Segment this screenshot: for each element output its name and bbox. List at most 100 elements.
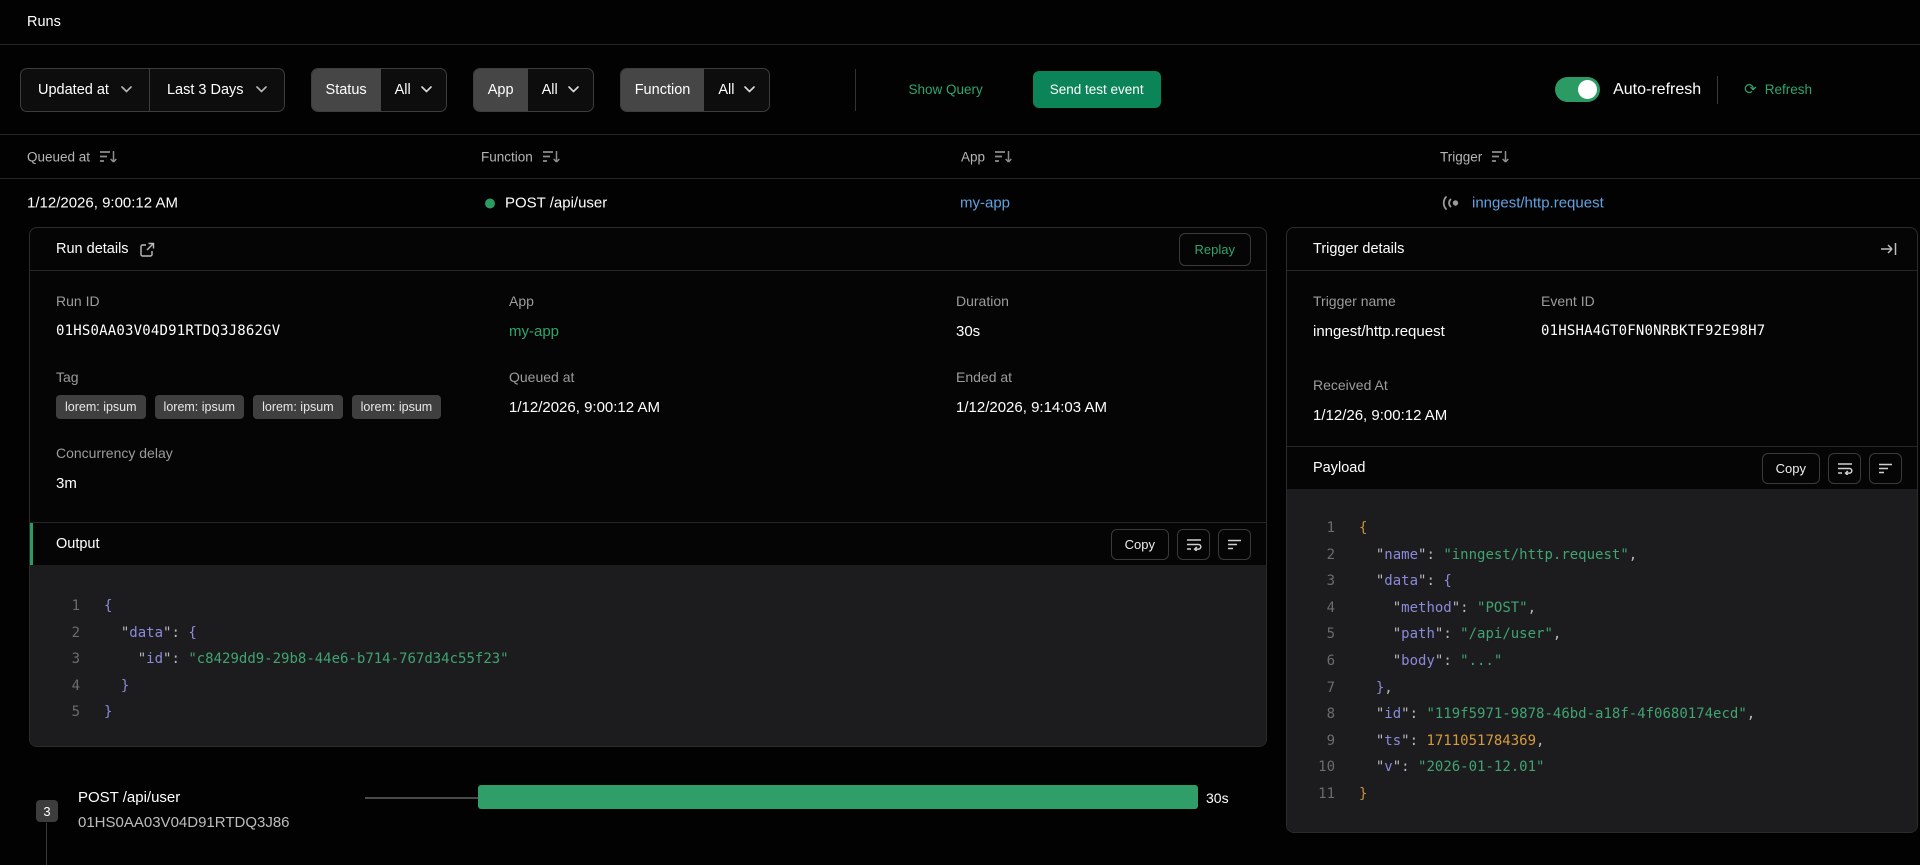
toggle-knob [1578,80,1598,99]
column-header-function[interactable]: Function [481,149,560,164]
show-query-button[interactable]: Show Query [908,82,982,97]
row-app-link[interactable]: my-app [960,195,1010,212]
code-line: 10 "v": "2026-01-12.01" [1309,754,1917,781]
event-trigger-icon [1442,196,1459,210]
concurrency-delay-label: Concurrency delay [56,445,173,461]
line-number: 4 [1326,599,1335,616]
code-line: 1{ [54,593,1266,620]
wrap-text-button[interactable] [1177,528,1210,560]
row-queued-at: 1/12/2026, 9:00:12 AM [27,194,178,212]
status-filter-value: All [394,81,411,98]
code-line: 2 "name": "inngest/http.request", [1309,542,1917,569]
chevron-down-icon [420,86,432,93]
code-line: 5} [54,699,1266,726]
line-number: 11 [1318,785,1335,802]
page-header: Runs [0,0,1920,45]
code-line: 1{ [1309,515,1917,542]
chevron-down-icon [567,86,579,93]
sort-by-dropdown[interactable]: Updated at [21,69,149,111]
sort-desc-icon [100,150,117,163]
line-number: 9 [1326,732,1335,749]
wrap-text-icon [1186,538,1202,551]
column-header-app[interactable]: App [961,149,1012,164]
status-dot-completed [485,198,495,208]
sort-desc-icon [995,150,1012,163]
output-code-block: 1{2 "data": {3 "id": "c8429dd9-29b8-44e6… [30,565,1266,746]
run-details-header: Run details Replay [30,228,1266,271]
payload-code-block: 1{2 "name": "inngest/http.request", 3 "da… [1287,489,1917,832]
status-filter-dropdown[interactable]: Status All [310,67,447,112]
function-filter-value: All [718,81,735,98]
replay-button[interactable]: Replay [1178,232,1251,266]
run-id-value: 01HS0AA03V04D91RTDQ3J862GV [56,323,281,339]
row-trigger-link[interactable]: inngest/http.request [1472,195,1604,212]
function-filter-dropdown[interactable]: Function All [619,67,771,112]
code-line: 3 "id": "c8429dd9-29b8-44e6-b714-767d34c… [54,646,1266,673]
page-title: Runs [27,14,61,30]
auto-refresh-toggle[interactable] [1555,77,1601,102]
output-title: Output [56,536,100,552]
sort-desc-icon [542,150,560,163]
run-table-row[interactable]: 1/12/2026, 9:00:12 AM POST /api/user my-… [0,179,1920,227]
app-filter-dropdown[interactable]: App All [472,67,594,112]
received-at-value: 1/12/26, 9:00:12 AM [1313,407,1448,424]
column-header-queued-at[interactable]: Queued at [27,149,117,164]
status-filter-label: Status [311,68,381,111]
trigger-name-label: Trigger name [1313,293,1396,309]
event-id-value: 01HSHA4GT0FN0NRBKTF92E98H7 [1541,323,1766,339]
event-id-label: Event ID [1541,293,1595,309]
refresh-divider [1717,75,1719,104]
timeline-duration-bar[interactable] [478,785,1198,809]
open-external-icon[interactable] [139,242,155,257]
row-function[interactable]: POST /api/user [485,195,607,212]
output-section-header: Output Copy [30,522,1266,565]
duration-value: 30s [956,323,981,340]
ended-at-value: 1/12/2026, 9:14:03 AM [956,399,1107,416]
tag-chip: lorem: ipsum [154,395,245,419]
trigger-details-fields: Trigger name inngest/http.request Event … [1287,271,1917,446]
timeline-connector-line [365,797,478,799]
copy-output-button[interactable]: Copy [1110,528,1169,560]
run-details-title: Run details [56,241,129,257]
format-lines-button[interactable] [1869,452,1902,484]
wrap-text-button[interactable] [1828,452,1861,484]
tag-chip: lorem: ipsum [253,395,343,419]
line-number: 1 [71,598,80,614]
copy-payload-button[interactable]: Copy [1761,452,1820,484]
timeline-tree-line [46,823,47,865]
app-label: App [509,293,534,309]
filter-divider [855,68,857,111]
runs-table-header: Queued at Function App Trigger [0,135,1920,179]
timeline-step-id: 01HS0AA03V04D91RTDQ3J86 [78,814,290,831]
function-filter-label: Function [620,68,705,111]
row-trigger[interactable]: inngest/http.request [1441,195,1604,212]
filter-bar-right: Auto-refresh ⟳ Refresh [1555,75,1900,104]
duration-label: Duration [956,293,1009,309]
tag-chip: lorem: ipsum [56,395,146,419]
send-test-event-button[interactable]: Send test event [1032,71,1161,108]
tag-chip: lorem: ipsum [351,395,442,419]
refresh-icon: ⟳ [1744,81,1757,98]
app-value-link[interactable]: my-app [509,323,559,340]
line-number: 2 [71,624,80,641]
refresh-button[interactable]: ⟳ Refresh [1744,82,1812,97]
timeline-step-count-badge: 3 [36,800,58,822]
auto-refresh-label: Auto-refresh [1613,80,1702,98]
line-number: 10 [1318,759,1335,776]
line-number: 2 [1326,546,1335,563]
format-lines-button[interactable] [1218,528,1251,560]
collapse-panel-icon[interactable] [1880,242,1897,256]
date-range-dropdown[interactable]: Last 3 Days [148,68,284,111]
code-line: 2 "data": { [54,620,1266,647]
code-line: 7 }, [1309,675,1917,702]
code-line: 9 "ts": 1711051784369, [1309,728,1917,755]
line-number: 8 [1326,706,1335,723]
line-number: 4 [71,677,80,694]
column-header-trigger[interactable]: Trigger [1440,149,1510,164]
app-filter-label: App [473,68,528,111]
timeline-step-name[interactable]: POST /api/user [78,789,180,806]
line-number: 6 [1326,652,1335,669]
line-number: 7 [1326,679,1335,696]
payload-title: Payload [1313,460,1366,476]
code-line: 4 } [54,673,1266,700]
